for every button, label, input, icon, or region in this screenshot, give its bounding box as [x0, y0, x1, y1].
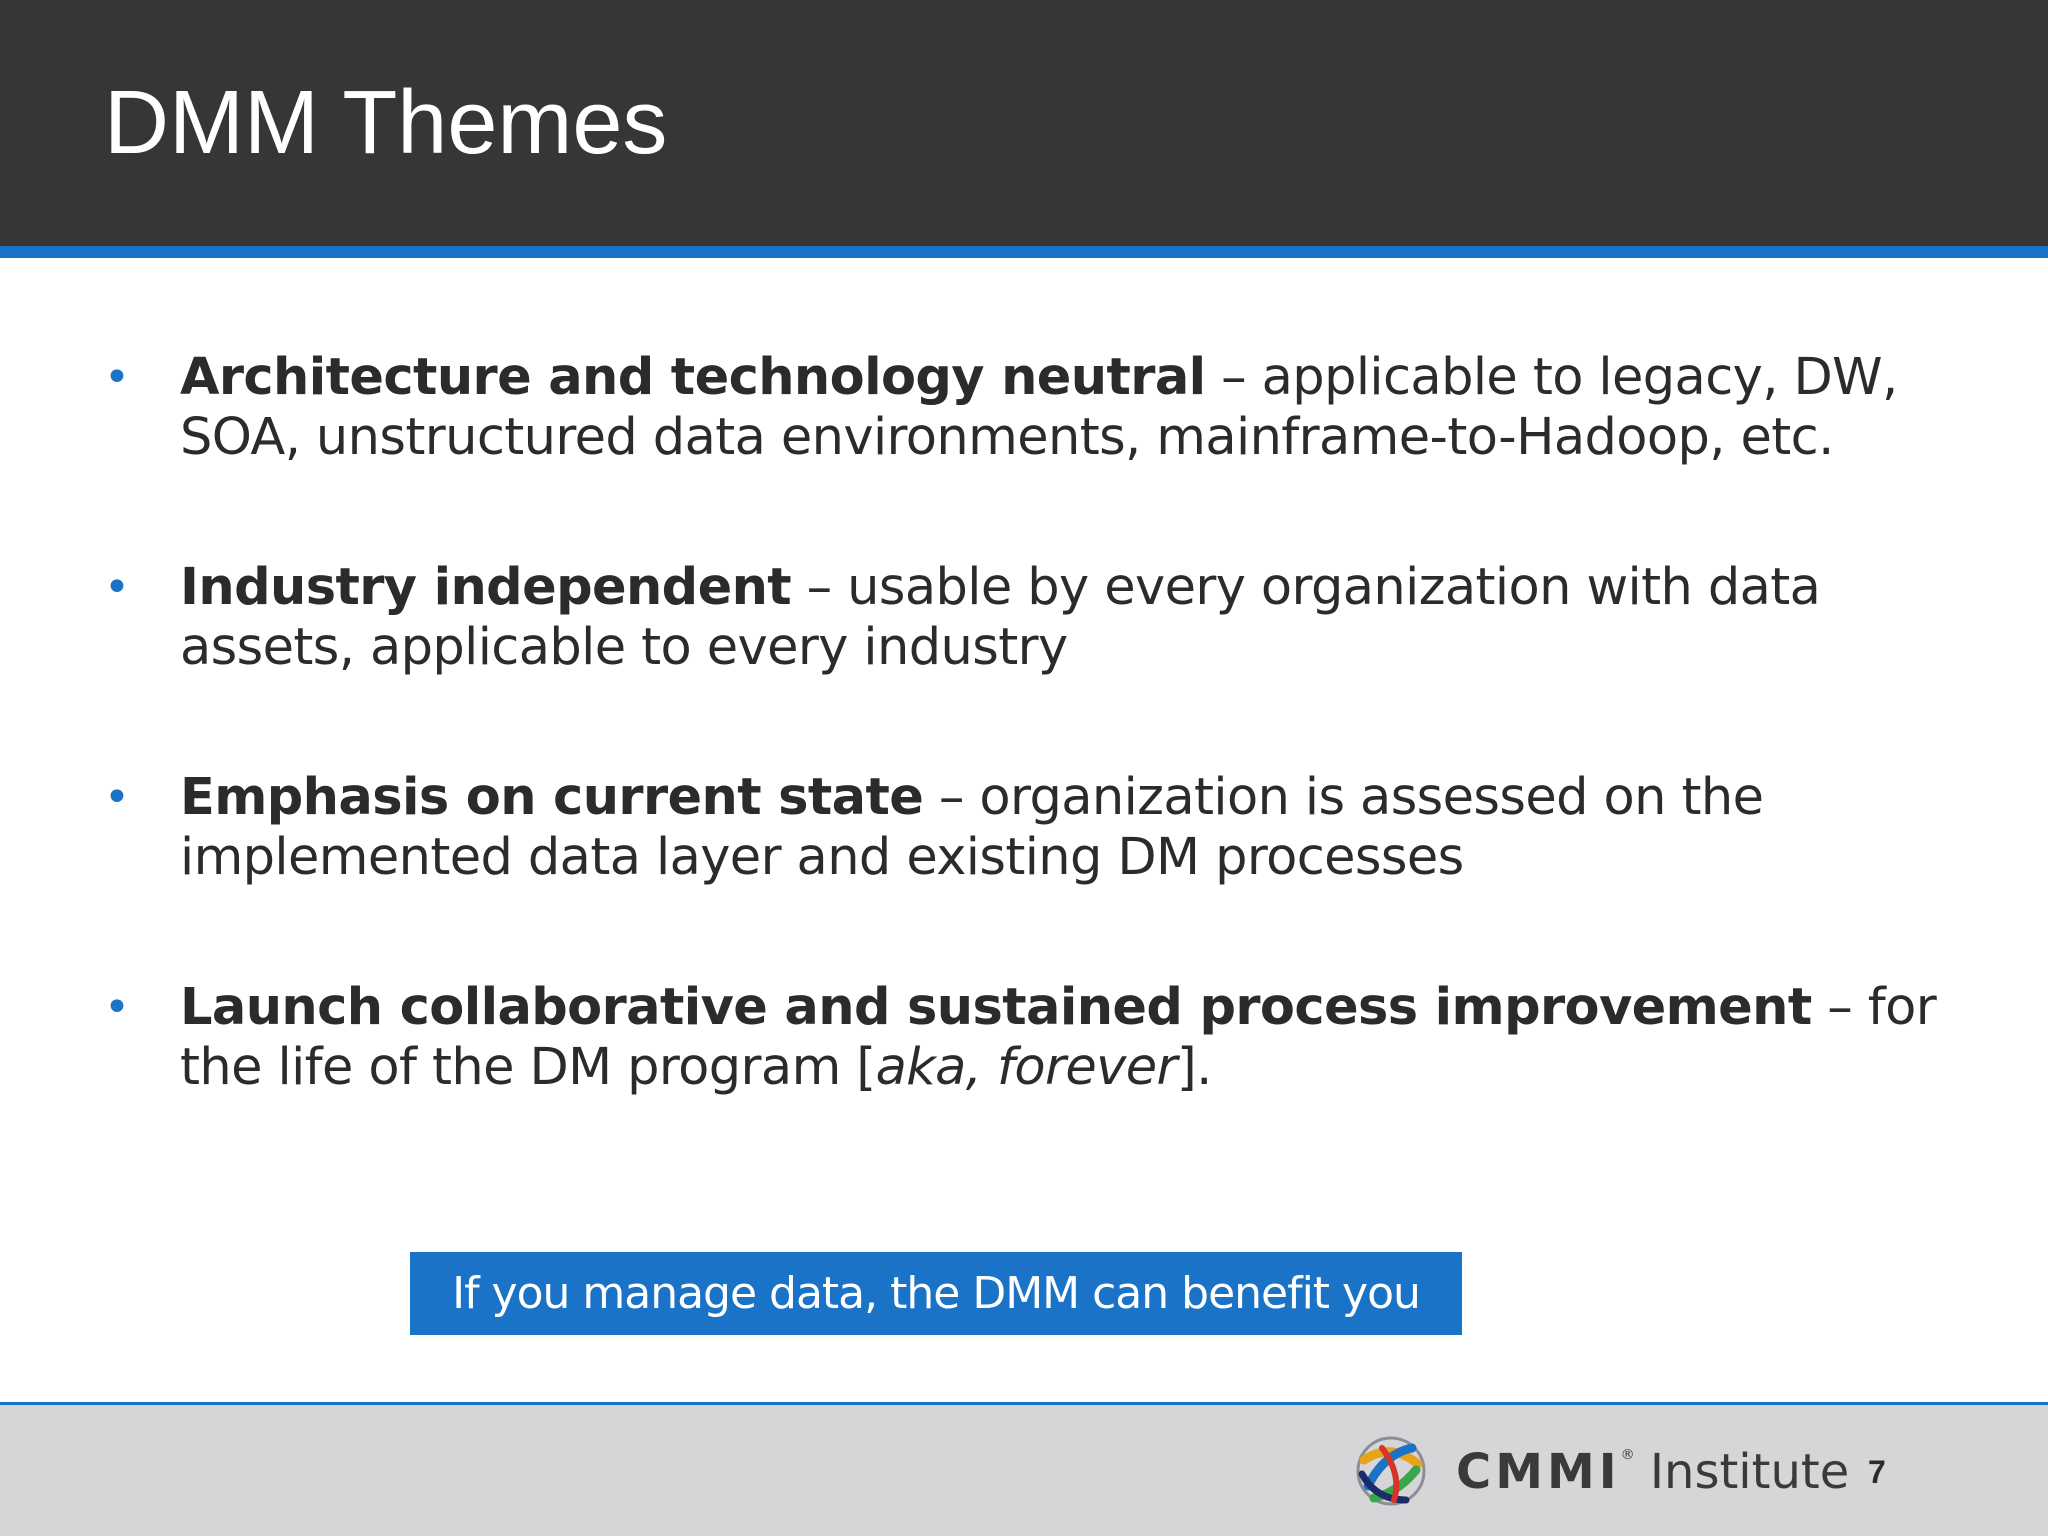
bullet-item: • Launch collaborative and sustained pro…: [104, 978, 1980, 1098]
logo-registered-mark: ®: [1620, 1447, 1635, 1463]
bullet-dot-icon: •: [104, 772, 130, 823]
bullet-heading: Architecture and technology neutral: [180, 348, 1206, 407]
globe-logo-icon: [1356, 1436, 1426, 1506]
bullet-heading: Launch collaborative and sustained proce…: [180, 978, 1812, 1037]
logo-wordmark: CMMI® Institute: [1456, 1440, 1849, 1504]
bullet-dot-icon: •: [104, 352, 130, 403]
callout-banner: If you manage data, the DMM can benefit …: [410, 1252, 1462, 1335]
bullet-dot-icon: •: [104, 982, 130, 1033]
bullet-italic-text: aka, forever: [875, 1038, 1178, 1097]
bullet-heading: Emphasis on current state: [180, 768, 924, 827]
bullet-heading: Industry independent: [180, 558, 792, 617]
bullet-dot-icon: •: [104, 562, 130, 613]
bullet-item: • Industry independent – usable by every…: [104, 558, 1980, 678]
bullet-text-end: ].: [1176, 1038, 1213, 1097]
logo-suffix: Institute: [1634, 1444, 1850, 1500]
title-accent-line: [0, 246, 2048, 258]
bullet-item: • Emphasis on current state – organizati…: [104, 768, 1980, 888]
logo-brand: CMMI: [1456, 1444, 1621, 1500]
page-number: 7: [1868, 1454, 1886, 1490]
bullet-item: • Architecture and technology neutral – …: [104, 348, 1980, 468]
slide-title: DMM Themes: [104, 73, 668, 173]
